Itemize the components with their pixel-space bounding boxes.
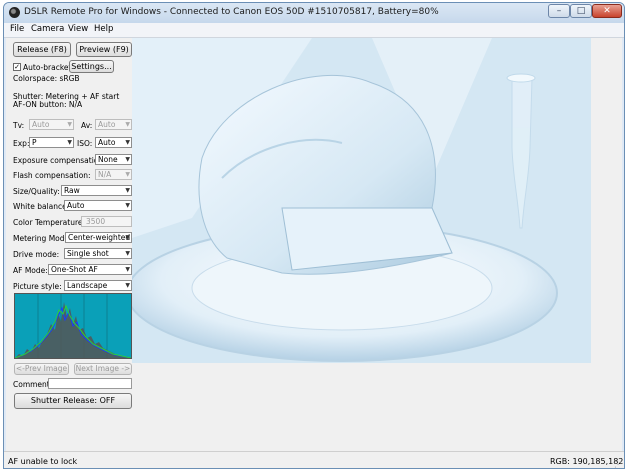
chevron-down-icon: ▼ [125,171,130,178]
chevron-down-icon: ▼ [67,139,72,146]
color-temperature-field[interactable]: 3500 [81,216,132,227]
flash-compensation-value: N/A [98,170,112,179]
comment-label: Comment: [13,380,53,389]
exp-select[interactable]: P ▼ [29,137,74,148]
picture-style-label: Picture style: [13,282,62,291]
tv-label: Tv: [13,121,25,130]
color-temperature-label: Color Temperature: [13,218,86,227]
chevron-down-icon: ▼ [125,156,130,163]
metering-mode-label: Metering Mode: [13,234,72,243]
close-button[interactable]: ✕ [592,4,622,18]
white-balance-value: Auto [67,201,85,210]
resize-grip-icon[interactable]: ⋰ [614,460,622,468]
size-quality-select[interactable]: Raw ▼ [61,185,132,196]
maximize-button[interactable]: □ [570,4,592,18]
release-button[interactable]: Release (F8) [13,42,71,57]
menu-help[interactable]: Help [94,24,113,34]
menu-camera[interactable]: Camera [31,24,64,34]
chevron-down-icon: ▼ [67,121,72,128]
af-mode-value: One-Shot AF [51,265,98,274]
status-message: AF unable to lock [8,457,78,466]
shutter-release-button[interactable]: Shutter Release: OFF [14,393,132,409]
size-quality-value: Raw [64,186,80,195]
af-mode-label: AF Mode: [13,266,48,275]
iso-value: Auto [98,138,116,147]
chevron-down-icon: ▼ [125,266,130,273]
tv-select[interactable]: Auto ▼ [29,119,74,130]
exp-value: P [32,138,37,147]
histogram-graph [14,294,132,359]
picture-style-select[interactable]: Landscape ▼ [64,280,132,291]
exp-label: Exp: [13,139,30,148]
exposure-compensation-value: None [98,155,118,164]
av-value: Auto [98,120,116,129]
chevron-down-icon: ▼ [125,139,130,146]
color-temperature-value: 3500 [86,217,106,226]
drive-mode-select[interactable]: Single shot ▼ [64,248,132,259]
app-window: DSLR Remote Pro for Windows - Connected … [3,2,625,469]
picture-style-value: Landscape [67,281,108,290]
colorspace-text: Colorspace: sRGB [13,74,80,83]
histogram [14,293,132,359]
menu-file[interactable]: File [10,24,24,34]
prev-image-button[interactable]: <-Prev Image [14,363,69,375]
white-balance-label: White balance: [13,202,70,211]
av-select[interactable]: Auto ▼ [95,119,132,130]
size-quality-label: Size/Quality: [13,187,60,196]
flash-compensation-select[interactable]: N/A ▼ [95,169,132,180]
menu-bar: File Camera View Help [4,23,624,38]
live-view-image[interactable] [132,38,591,363]
auto-bracket-checkbox[interactable]: ✓ [13,63,21,71]
comment-input[interactable] [48,378,132,389]
metering-mode-select[interactable]: Center-weighted ▼ [65,232,132,243]
chevron-down-icon: ▼ [125,250,130,257]
title-bar[interactable]: DSLR Remote Pro for Windows - Connected … [4,3,624,23]
av-label: Av: [81,121,93,130]
chevron-down-icon: ▼ [125,282,130,289]
main-area: Release (F8) Preview (F9) ✓ Auto-bracket… [6,38,622,451]
chevron-down-icon: ▼ [125,187,130,194]
status-bar: AF unable to lock RGB: 190,185,182 ⋰ [4,451,624,468]
drive-mode-value: Single shot [67,249,109,258]
preview-button[interactable]: Preview (F9) [76,42,132,57]
chevron-down-icon: ▼ [125,234,130,241]
drive-mode-label: Drive mode: [13,250,60,259]
chevron-down-icon: ▼ [125,202,130,209]
camera-app-icon [9,7,20,18]
af-mode-select[interactable]: One-Shot AF ▼ [48,264,132,275]
minimize-button[interactable]: – [548,4,570,18]
metering-mode-value: Center-weighted [68,233,131,242]
tv-value: Auto [32,120,50,129]
window-title: DSLR Remote Pro for Windows - Connected … [24,7,439,17]
napkin-plate-photo [132,38,591,363]
next-image-button[interactable]: Next Image -> [74,363,132,375]
settings-button[interactable]: Settings... [69,60,114,73]
white-balance-select[interactable]: Auto ▼ [64,200,132,211]
afon-info-text: AF-ON button: N/A [13,100,83,109]
chevron-down-icon: ▼ [125,121,130,128]
rgb-readout: RGB: 190,185,182 [550,457,624,466]
auto-bracket-label: Auto-bracket [23,63,72,72]
exposure-compensation-label: Exposure compensation: [13,156,106,165]
menu-view[interactable]: View [68,24,88,34]
iso-select[interactable]: Auto ▼ [95,137,132,148]
exposure-compensation-select[interactable]: None ▼ [95,154,132,165]
flash-compensation-label: Flash compensation: [13,171,91,180]
iso-label: ISO: [77,139,93,148]
